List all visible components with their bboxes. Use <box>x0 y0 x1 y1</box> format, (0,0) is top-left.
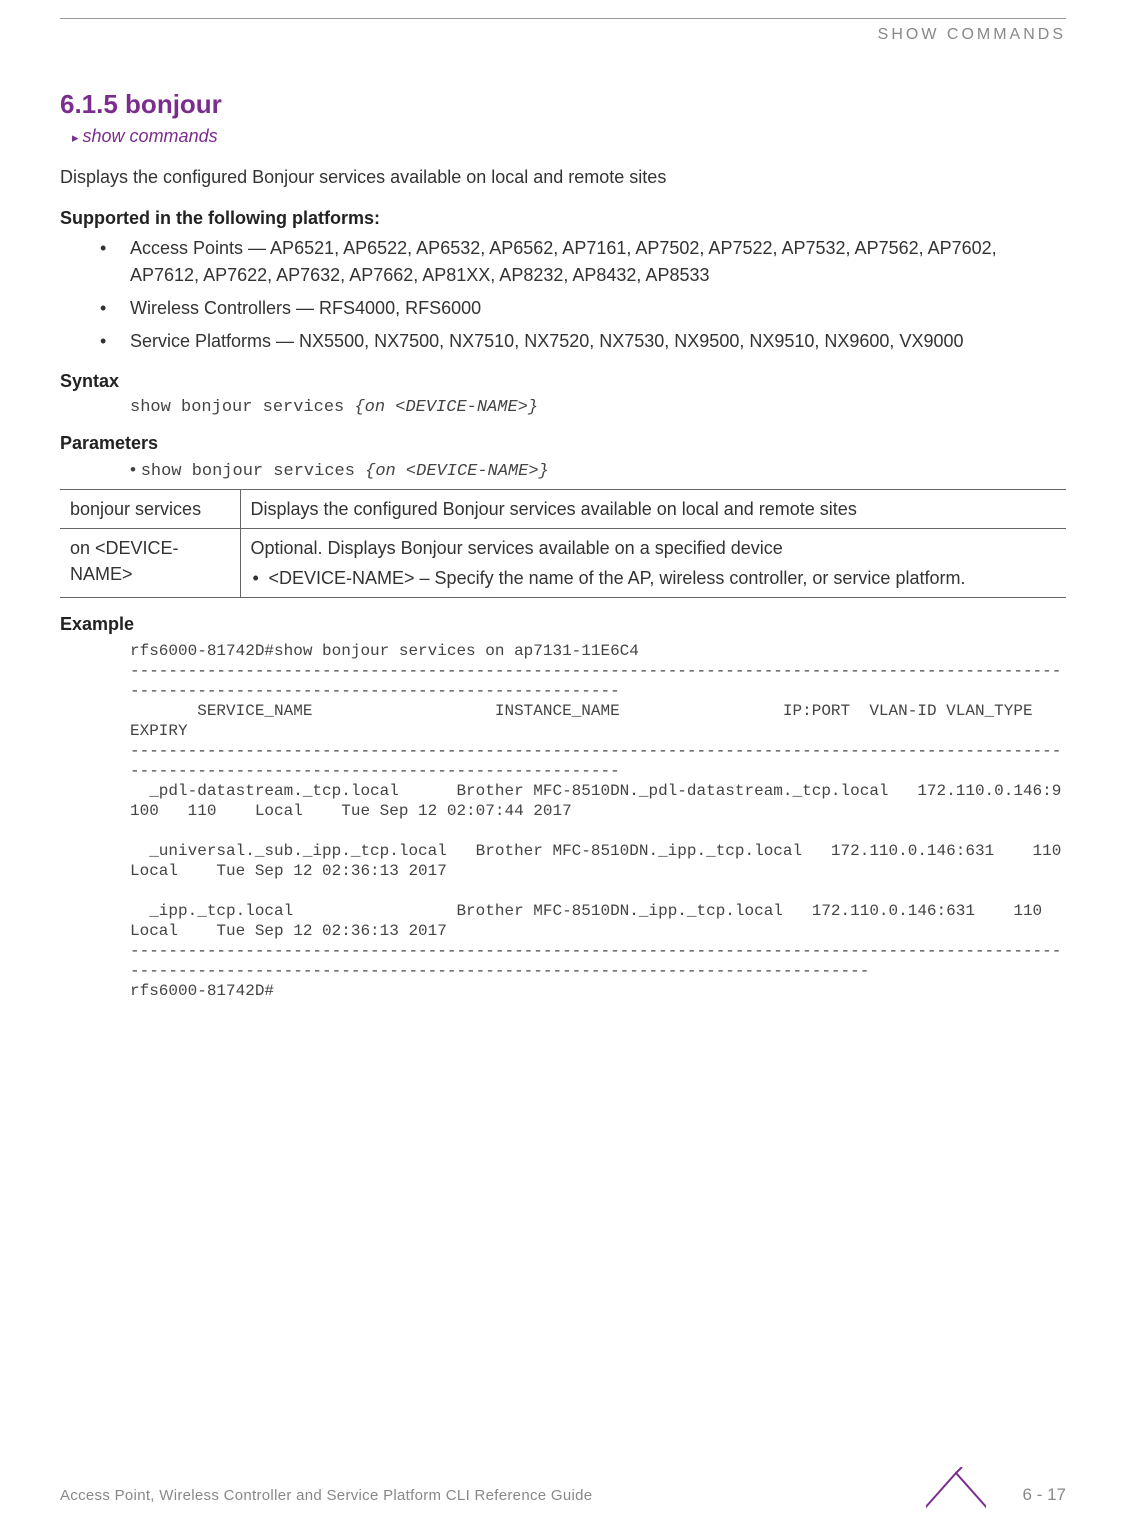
param-desc-main: Optional. Displays Bonjour services avai… <box>251 538 783 558</box>
param-desc: Optional. Displays Bonjour services avai… <box>240 529 1066 598</box>
param-italic: {on <DEVICE-NAME>} <box>365 462 549 481</box>
section-title: 6.1.5 bonjour <box>60 89 1066 120</box>
footer-page-number: 6 - 17 <box>1023 1485 1066 1505</box>
supported-heading: Supported in the following platforms: <box>60 208 1066 229</box>
page-content: 6.1.5 bonjour show commands Displays the… <box>0 19 1126 1001</box>
example-heading: Example <box>60 614 1066 635</box>
example-output: rfs6000-81742D#show bonjour services on … <box>60 641 1066 1001</box>
parameters-heading: Parameters <box>60 433 1066 454</box>
list-item: Access Points — AP6521, AP6522, AP6532, … <box>100 235 1066 289</box>
syntax-plain: show bonjour services <box>130 398 354 417</box>
param-desc: Displays the configured Bonjour services… <box>240 490 1066 529</box>
param-bullet: • <box>130 460 141 479</box>
footer-graphic-icon <box>926 1467 986 1509</box>
parameters-table: bonjour services Displays the configured… <box>60 489 1066 598</box>
param-name: bonjour services <box>60 490 240 529</box>
supported-list: Access Points — AP6521, AP6522, AP6532, … <box>60 235 1066 355</box>
param-plain: show bonjour services <box>141 462 365 481</box>
table-row: on <DEVICE-NAME> Optional. Displays Bonj… <box>60 529 1066 598</box>
syntax-heading: Syntax <box>60 371 1066 392</box>
parameters-line: • show bonjour services {on <DEVICE-NAME… <box>60 460 1066 481</box>
syntax-italic: {on <DEVICE-NAME>} <box>354 398 538 417</box>
breadcrumb: show commands <box>72 126 1066 147</box>
param-desc-sub: <DEVICE-NAME> – Specify the name of the … <box>251 565 1057 591</box>
list-item: Wireless Controllers — RFS4000, RFS6000 <box>100 295 1066 322</box>
syntax-code: show bonjour services {on <DEVICE-NAME>} <box>60 398 1066 417</box>
section-description: Displays the configured Bonjour services… <box>60 165 1066 190</box>
param-name: on <DEVICE-NAME> <box>60 529 240 598</box>
table-row: bonjour services Displays the configured… <box>60 490 1066 529</box>
list-item: Service Platforms — NX5500, NX7500, NX75… <box>100 328 1066 355</box>
page-footer: Access Point, Wireless Controller and Se… <box>60 1485 1066 1505</box>
header-chapter: SHOW COMMANDS <box>878 26 1066 44</box>
footer-title: Access Point, Wireless Controller and Se… <box>60 1487 592 1504</box>
